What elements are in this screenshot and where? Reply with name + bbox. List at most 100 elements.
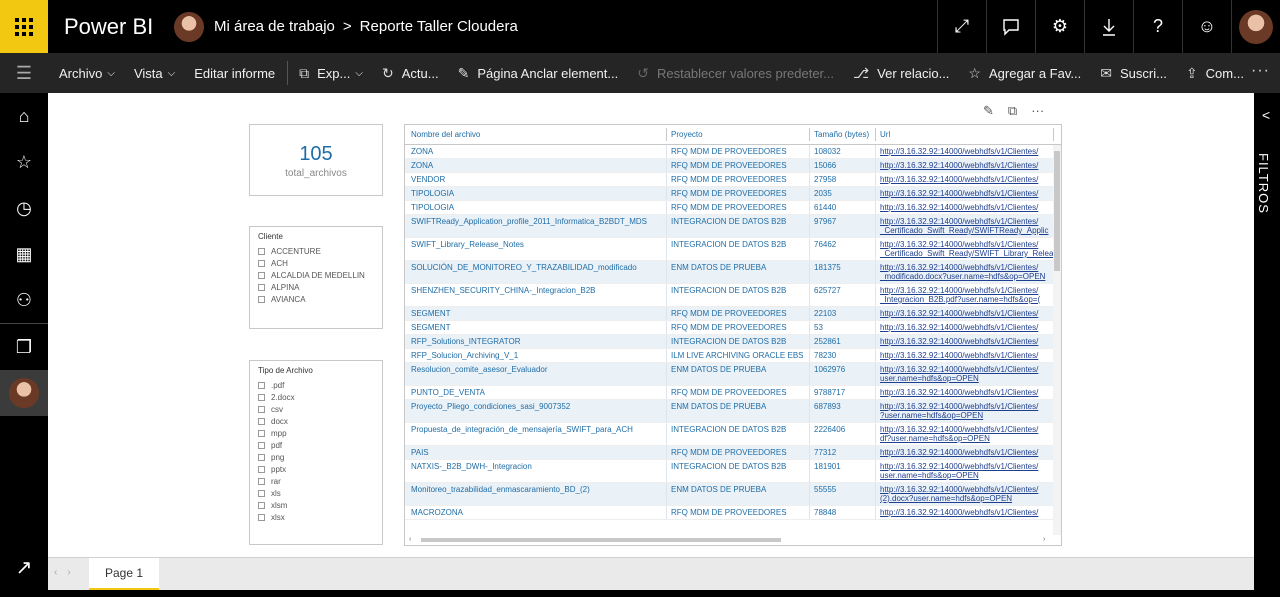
slicer-option[interactable]: mpp (258, 427, 374, 439)
checkbox-icon[interactable] (258, 441, 265, 449)
checkbox-icon[interactable] (258, 405, 265, 413)
url-link-continued[interactable]: _Integracion_B2B.pdf?user.name=hdfs&op=( (880, 295, 1050, 304)
share-button[interactable]: ⇪ Com... (1186, 65, 1244, 82)
url-link[interactable]: http://3.16.32.92:14000/webhdfs/v1/Clien… (880, 462, 1050, 471)
url-link[interactable]: http://3.16.32.92:14000/webhdfs/v1/Clien… (880, 337, 1050, 346)
checkbox-icon[interactable] (258, 513, 265, 521)
slicer-option[interactable]: ACCENTURE (258, 245, 374, 257)
scroll-right-icon[interactable]: › (1043, 536, 1045, 543)
url-link-continued[interactable]: _modificado.docx?user.name=hdfs&op=OPEN (880, 272, 1050, 281)
url-link[interactable]: http://3.16.32.92:14000/webhdfs/v1/Clien… (880, 240, 1050, 249)
url-link[interactable]: http://3.16.32.92:14000/webhdfs/v1/Clien… (880, 508, 1050, 517)
table-row[interactable]: RFP_Solutions_INTEGRATOR INTEGRACION DE D… (405, 335, 1061, 349)
table-row[interactable]: ZONA RFQ MDM DE PROVEEDORES 15066 http://3.… (405, 159, 1061, 173)
table-row[interactable]: SWIFTReady_Application_profile_2011_Info… (405, 215, 1061, 238)
more-options-icon[interactable]: ··· (1031, 103, 1044, 119)
checkbox-icon[interactable] (258, 271, 265, 279)
url-link-continued[interactable]: df?user.name=hdfs&op=OPEN (880, 434, 1050, 443)
refresh-button[interactable]: ↻ Actu... (382, 65, 439, 82)
kpi-card[interactable]: 105 total_archivos (249, 124, 383, 196)
scroll-thumb[interactable] (1054, 151, 1060, 271)
subscribe-button[interactable]: ✉ Suscri... (1100, 65, 1167, 82)
table-row[interactable]: Proyecto_Pliego_condiciones_sasi_9007352… (405, 400, 1061, 423)
table-row[interactable]: VENDOR RFQ MDM DE PROVEEDORES 27958 http://… (405, 173, 1061, 187)
get-data-icon[interactable]: ↗ (0, 547, 48, 587)
table-row[interactable]: SHENZHEN_SECURITY_CHINA-_Integracion_B2B… (405, 284, 1061, 307)
table-row[interactable]: SEGMENT RFQ MDM DE PROVEEDORES 53 http://3.… (405, 321, 1061, 335)
slicer-option[interactable]: csv (258, 403, 374, 415)
table-row[interactable]: SWIFT_Library_Release_Notes INTEGRACION D… (405, 238, 1061, 261)
url-link[interactable]: http://3.16.32.92:14000/webhdfs/v1/Clien… (880, 161, 1050, 170)
slicer-option[interactable]: pdf (258, 439, 374, 451)
checkbox-icon[interactable] (258, 381, 265, 389)
scroll-left-icon[interactable]: ‹ (409, 536, 411, 543)
smiley-icon[interactable]: ☺ (1182, 0, 1231, 53)
slicer-option[interactable]: rar (258, 475, 374, 487)
checkbox-icon[interactable] (258, 465, 265, 473)
slicer-option[interactable]: xlsm (258, 499, 374, 511)
url-link[interactable]: http://3.16.32.92:14000/webhdfs/v1/Clien… (880, 217, 1050, 226)
pin-page-button[interactable]: ✎ Página Anclar element... (458, 65, 619, 82)
focus-mode-icon[interactable]: ⧉ (1008, 103, 1017, 119)
help-icon[interactable]: ? (1133, 0, 1182, 53)
checkbox-icon[interactable] (258, 501, 265, 509)
checkbox-icon[interactable] (258, 393, 265, 401)
url-link[interactable]: http://3.16.32.92:14000/webhdfs/v1/Clien… (880, 485, 1050, 494)
add-favorite-button[interactable]: ☆ Agregar a Fav... (968, 65, 1081, 82)
vertical-scrollbar[interactable] (1053, 145, 1061, 535)
checkbox-icon[interactable] (258, 283, 265, 291)
checkbox-icon[interactable] (258, 489, 265, 497)
checkbox-icon[interactable] (258, 453, 265, 461)
url-link-continued[interactable]: user.name=hdfs&op=OPEN (880, 374, 1050, 383)
url-link[interactable]: http://3.16.32.92:14000/webhdfs/v1/Clien… (880, 175, 1050, 184)
slicer-option[interactable]: ACH (258, 257, 374, 269)
checkbox-icon[interactable] (258, 417, 265, 425)
slicer-option[interactable]: docx (258, 415, 374, 427)
url-link[interactable]: http://3.16.32.92:14000/webhdfs/v1/Clien… (880, 286, 1050, 295)
reset-defaults-button[interactable]: ↺ Restablecer valores predeter... (637, 65, 834, 82)
slicer-option[interactable]: xlsx (258, 511, 374, 523)
table-row[interactable]: TIPOLOGIA RFQ MDM DE PROVEEDORES 61440 http… (405, 201, 1061, 215)
app-launcher-button[interactable] (0, 0, 48, 53)
url-link[interactable]: http://3.16.32.92:14000/webhdfs/v1/Clien… (880, 351, 1050, 360)
user-avatar-button[interactable] (1231, 0, 1280, 53)
comment-icon[interactable] (986, 0, 1035, 53)
table-row[interactable]: RFP_Solucion_Archiving_V_1 ILM LIVE ARCHI… (405, 349, 1061, 363)
column-header-size[interactable]: Tamaño (bytes) (810, 128, 876, 141)
slicer-option[interactable]: 2.docx (258, 391, 374, 403)
url-link[interactable]: http://3.16.32.92:14000/webhdfs/v1/Clien… (880, 263, 1050, 272)
column-header-name[interactable]: Nombre del archivo (405, 128, 667, 141)
edit-report-button[interactable]: Editar informe (194, 66, 275, 81)
slicer-option[interactable]: ALPINA (258, 281, 374, 293)
download-icon[interactable] (1084, 0, 1133, 53)
url-link[interactable]: http://3.16.32.92:14000/webhdfs/v1/Clien… (880, 147, 1050, 156)
checkbox-icon[interactable] (258, 259, 265, 267)
filter-pane[interactable]: < FILTROS (1254, 93, 1280, 597)
url-link[interactable]: http://3.16.32.92:14000/webhdfs/v1/Clien… (880, 323, 1050, 332)
slicer-option[interactable]: xls (258, 487, 374, 499)
slicer-option[interactable]: pptx (258, 463, 374, 475)
slicer-option[interactable]: ALCALDIA DE MEDELLIN (258, 269, 374, 281)
breadcrumb-report[interactable]: Reporte Taller Cloudera (360, 18, 518, 35)
page-nav-arrows-icon[interactable]: ‹› (54, 567, 81, 578)
view-related-button[interactable]: ⎇ Ver relacio... (853, 65, 949, 82)
settings-icon[interactable]: ⚙ (1035, 0, 1084, 53)
breadcrumb-workspace[interactable]: Mi área de trabajo (214, 18, 335, 35)
table-row[interactable]: PUNTO_DE_VENTA RFQ MDM DE PROVEEDORES 9788… (405, 386, 1061, 400)
table-row[interactable]: SOLUCIÓN_DE_MONITOREO_Y_TRAZABILIDAD_mod… (405, 261, 1061, 284)
url-link[interactable]: http://3.16.32.92:14000/webhdfs/v1/Clien… (880, 448, 1050, 457)
table-row[interactable]: PAIS RFQ MDM DE PROVEEDORES 77312 http://3.… (405, 446, 1061, 460)
table-row[interactable]: Monitoreo_trazabilidad_enmascaramiento_B… (405, 483, 1061, 506)
more-options-icon[interactable]: ··· (1251, 62, 1270, 80)
url-link[interactable]: http://3.16.32.92:14000/webhdfs/v1/Clien… (880, 402, 1050, 411)
column-header-project[interactable]: Proyecto (667, 128, 810, 141)
file-menu[interactable]: Archivo ⌵ (59, 66, 115, 81)
my-workspace-button[interactable] (0, 370, 48, 416)
favorites-icon[interactable]: ☆ (0, 139, 48, 185)
url-link[interactable]: http://3.16.32.92:14000/webhdfs/v1/Clien… (880, 388, 1050, 397)
slicer-option[interactable]: .pdf (258, 379, 374, 391)
horizontal-scrollbar[interactable]: ‹ › (405, 535, 1055, 545)
checkbox-icon[interactable] (258, 477, 265, 485)
url-link[interactable]: http://3.16.32.92:14000/webhdfs/v1/Clien… (880, 365, 1050, 374)
url-link[interactable]: http://3.16.32.92:14000/webhdfs/v1/Clien… (880, 189, 1050, 198)
